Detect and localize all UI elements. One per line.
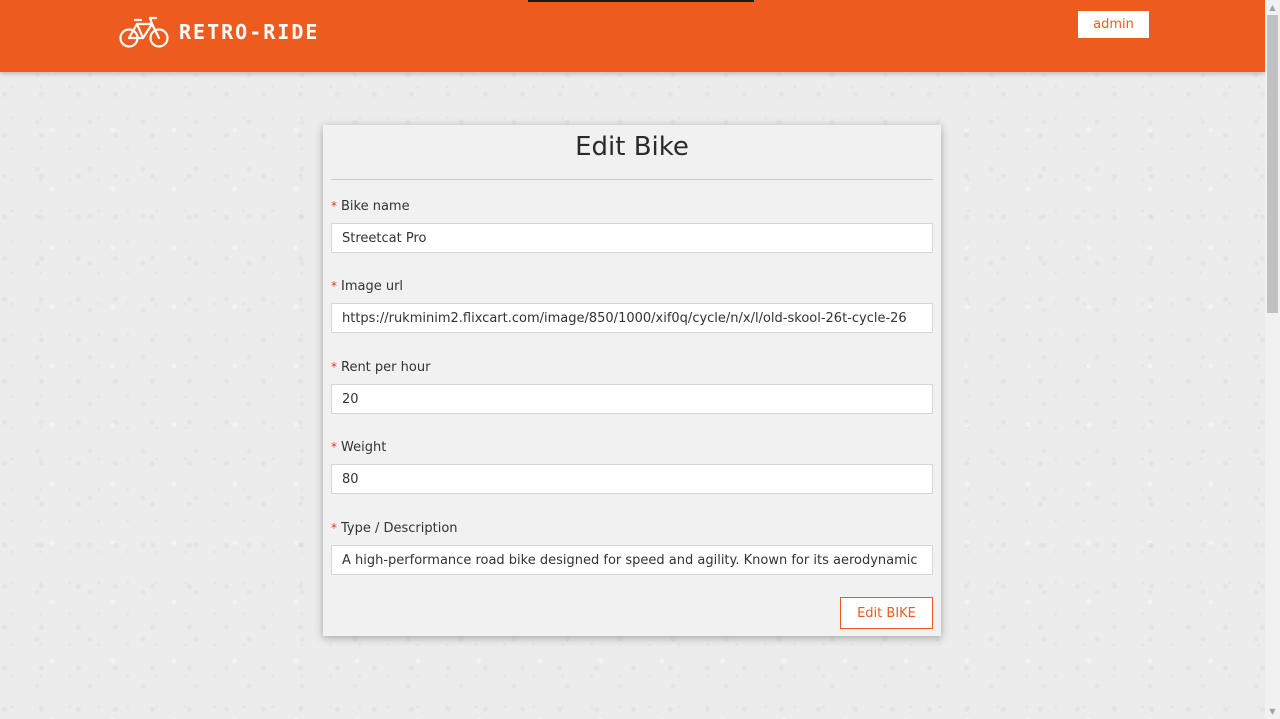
image-url-input[interactable]: [331, 303, 933, 333]
type-description-label-text: Type / Description: [341, 521, 458, 536]
rent-per-hour-input[interactable]: [331, 384, 933, 414]
top-bar-accent: [528, 0, 754, 2]
image-url-label-text: Image url: [341, 279, 404, 294]
page: RETRO-RIDE admin Edit Bike * Bike name * I…: [0, 0, 1265, 719]
required-marker: *: [331, 521, 337, 535]
site-header: RETRO-RIDE admin: [0, 0, 1265, 72]
required-marker: *: [331, 199, 337, 213]
required-marker: *: [331, 440, 337, 454]
weight-input[interactable]: [331, 464, 933, 494]
form-title: Edit Bike: [575, 132, 689, 162]
required-marker: *: [331, 279, 337, 293]
brand-logo[interactable]: RETRO-RIDE: [119, 14, 319, 50]
admin-user-button[interactable]: admin: [1078, 11, 1149, 38]
required-marker: *: [331, 360, 337, 374]
bike-name-input[interactable]: [331, 223, 933, 253]
weight-label-text: Weight: [341, 440, 387, 455]
triangle-up-icon[interactable]: ▲: [1265, 0, 1280, 15]
scrollbar-thumb[interactable]: [1267, 15, 1278, 313]
edit-bike-form: Edit Bike * Bike name * Image url * Rent pe…: [323, 125, 941, 636]
rent-per-hour-label-text: Rent per hour: [341, 360, 431, 375]
bicycle-icon: [119, 14, 171, 50]
weight-label: * Weight: [331, 439, 386, 456]
edit-bike-submit-button[interactable]: Edit BIKE: [840, 597, 933, 629]
vertical-scrollbar[interactable]: ▲ ▼: [1265, 0, 1280, 719]
type-description-label: * Type / Description: [331, 520, 458, 537]
bike-name-label-text: Bike name: [341, 199, 410, 214]
brand-name: RETRO-RIDE: [179, 20, 320, 44]
bike-name-label: * Bike name: [331, 198, 410, 215]
triangle-down-icon[interactable]: ▼: [1265, 704, 1280, 719]
title-divider: [331, 179, 933, 180]
type-description-input[interactable]: [331, 545, 933, 575]
image-url-label: * Image url: [331, 278, 403, 295]
rent-per-hour-label: * Rent per hour: [331, 359, 430, 376]
